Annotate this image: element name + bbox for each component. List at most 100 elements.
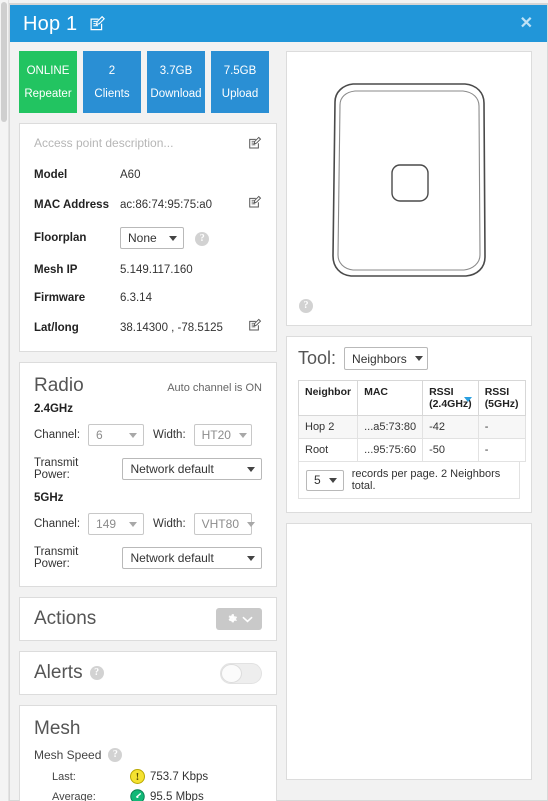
- chevron-down-icon: [242, 610, 253, 628]
- edit-lat-long-icon[interactable]: [248, 318, 262, 337]
- cell-rssi-5: -: [477, 438, 526, 462]
- channel-label: Channel:: [34, 429, 81, 441]
- mesh-speed-header: Mesh Speed ?: [34, 748, 262, 762]
- info-row-firmware: Firmware 6.3.14: [34, 290, 262, 305]
- table-row[interactable]: Hop 2 ...a5:73:80 -42 -: [297, 415, 526, 439]
- info-label: Floorplan: [34, 232, 87, 244]
- edit-description-icon[interactable]: [248, 136, 262, 155]
- channel-label: Channel:: [34, 518, 81, 530]
- transmit-power-value: Network default: [130, 462, 214, 476]
- alerts-card: Alerts ?: [19, 651, 277, 695]
- page-size-value: 5: [314, 473, 321, 487]
- table-header-row: Neighbor MAC RSSI (2.4GHz) RSSI (5GHz): [297, 380, 526, 416]
- chevron-down-icon: [247, 555, 255, 561]
- radio-card-header: Radio Auto channel is ON: [34, 375, 262, 397]
- info-row-lat-long: Lat/long 38.14300 , -78.5125: [34, 318, 262, 337]
- channel-select-5[interactable]: 149: [88, 513, 145, 535]
- edit-name-icon[interactable]: [89, 15, 106, 32]
- stat-label: Download: [150, 87, 202, 100]
- column-header-mac[interactable]: MAC: [357, 380, 424, 416]
- modal-titlebar: Hop 1 ✕: [10, 5, 547, 42]
- chevron-down-icon: [247, 466, 255, 472]
- extra-panel: [286, 523, 532, 780]
- tool-label: Tool:: [298, 348, 337, 368]
- cell-rssi-24: -50: [422, 438, 479, 462]
- page-size-select[interactable]: 5: [306, 469, 344, 491]
- mesh-average-row: Average: 95.5 Mbps: [34, 789, 262, 801]
- tool-card: Tool: Neighbors Neighbor MAC RSSI (2.4GH…: [286, 336, 532, 513]
- channel-value: 6: [96, 428, 103, 442]
- radio-channel-row-5: Channel: 149 Width: VHT80: [34, 513, 262, 535]
- transmit-power-select-24[interactable]: Network default: [122, 458, 262, 480]
- scrollbar-thumb[interactable]: [1, 2, 7, 122]
- header-line2: (5GHz): [484, 398, 519, 410]
- channel-select-24[interactable]: 6: [88, 424, 145, 446]
- device-image-help-icon[interactable]: ?: [299, 299, 313, 313]
- mesh-speed-help-icon[interactable]: ?: [108, 748, 123, 762]
- transmit-power-select-5[interactable]: Network default: [122, 547, 262, 569]
- band-label-5: 5GHz: [34, 492, 64, 504]
- close-icon[interactable]: ✕: [520, 15, 533, 32]
- device-image-card: ?: [286, 51, 532, 326]
- right-column: ? Tool: Neighbors Neighbor MAC RSSI (2.4…: [286, 51, 532, 801]
- left-column: ONLINE Repeater 2 Clients 3.7GB Download…: [19, 51, 277, 801]
- mesh-average-value: 95.5 Mbps: [150, 790, 204, 801]
- tool-header: Tool: Neighbors: [298, 347, 520, 370]
- alerts-title: Alerts: [34, 662, 83, 683]
- stat-value: ONLINE: [26, 64, 70, 77]
- toggle-knob: [221, 663, 242, 683]
- width-select-5[interactable]: VHT80: [193, 513, 255, 535]
- mesh-last-label: Last:: [52, 770, 76, 783]
- width-label: Width:: [153, 518, 186, 530]
- mesh-last-value-wrap: ! 753.7 Kbps: [130, 769, 208, 784]
- channel-value: 149: [96, 517, 117, 531]
- actions-menu-button[interactable]: [216, 608, 262, 630]
- width-value: VHT80: [201, 517, 239, 531]
- radio-power-row-24: Transmit Power: Network default: [34, 457, 262, 481]
- description-placeholder[interactable]: Access point description...: [34, 136, 173, 150]
- alerts-help-icon[interactable]: ?: [89, 666, 104, 680]
- edit-mac-address-icon[interactable]: [248, 195, 262, 214]
- info-label: Firmware: [34, 291, 86, 304]
- actions-card: Actions: [19, 597, 277, 641]
- chevron-down-icon: [328, 477, 337, 483]
- table-row[interactable]: Root ...95:75:60 -50 -: [297, 438, 526, 462]
- column-header-rssi-5[interactable]: RSSI (5GHz): [477, 380, 526, 416]
- info-value: 38.14300 , -78.5125: [120, 321, 223, 334]
- mesh-last-value: 753.7 Kbps: [150, 770, 209, 783]
- info-label: Model: [34, 168, 68, 181]
- info-row-model: Model A60: [34, 167, 262, 182]
- stat-tile-status[interactable]: ONLINE Repeater: [19, 51, 77, 113]
- column-header-rssi-24[interactable]: RSSI (2.4GHz): [422, 380, 479, 416]
- stat-label: Repeater: [24, 87, 72, 100]
- table-footer: 5 records per page. 2 Neighbors total.: [298, 462, 520, 499]
- stat-tile-clients[interactable]: 2 Clients: [83, 51, 141, 113]
- alerts-toggle[interactable]: [220, 662, 262, 684]
- tool-select[interactable]: Neighbors: [344, 347, 429, 370]
- info-row-floorplan: Floorplan None ?: [34, 227, 262, 249]
- stat-tile-upload[interactable]: 7.5GB Upload: [211, 51, 269, 113]
- mesh-card: Mesh Mesh Speed ? Last: ! 753.7 Kbps Ave: [19, 705, 277, 801]
- floorplan-help-icon[interactable]: ?: [195, 231, 210, 246]
- chevron-down-icon: [129, 521, 138, 527]
- radio-title: Radio: [34, 375, 84, 396]
- floorplan-select[interactable]: None: [120, 227, 184, 249]
- floorplan-value-wrap: None ?: [120, 227, 248, 249]
- header-line1: Neighbor: [305, 386, 352, 398]
- chevron-down-icon: [169, 235, 177, 241]
- stat-tile-download[interactable]: 3.7GB Download: [147, 51, 205, 113]
- page-scrollbar[interactable]: [0, 0, 9, 801]
- speedometer-ok-icon: [130, 789, 145, 801]
- cell-mac: ...a5:73:80: [357, 415, 424, 439]
- stat-tiles: ONLINE Repeater 2 Clients 3.7GB Download…: [19, 51, 277, 113]
- column-header-neighbor[interactable]: Neighbor: [297, 380, 359, 416]
- width-select-24[interactable]: HT20: [193, 424, 252, 446]
- neighbors-table-head: Neighbor MAC RSSI (2.4GHz) RSSI (5GHz): [297, 380, 526, 416]
- records-summary: records per page. 2 Neighbors total.: [351, 468, 501, 492]
- stat-label: Clients: [94, 87, 130, 100]
- info-label: MAC Address: [34, 198, 109, 211]
- header-line1: MAC: [364, 386, 389, 398]
- cell-mac: ...95:75:60: [357, 438, 424, 462]
- stat-value: 2: [108, 64, 116, 77]
- neighbors-table: Neighbor MAC RSSI (2.4GHz) RSSI (5GHz) H…: [297, 380, 526, 462]
